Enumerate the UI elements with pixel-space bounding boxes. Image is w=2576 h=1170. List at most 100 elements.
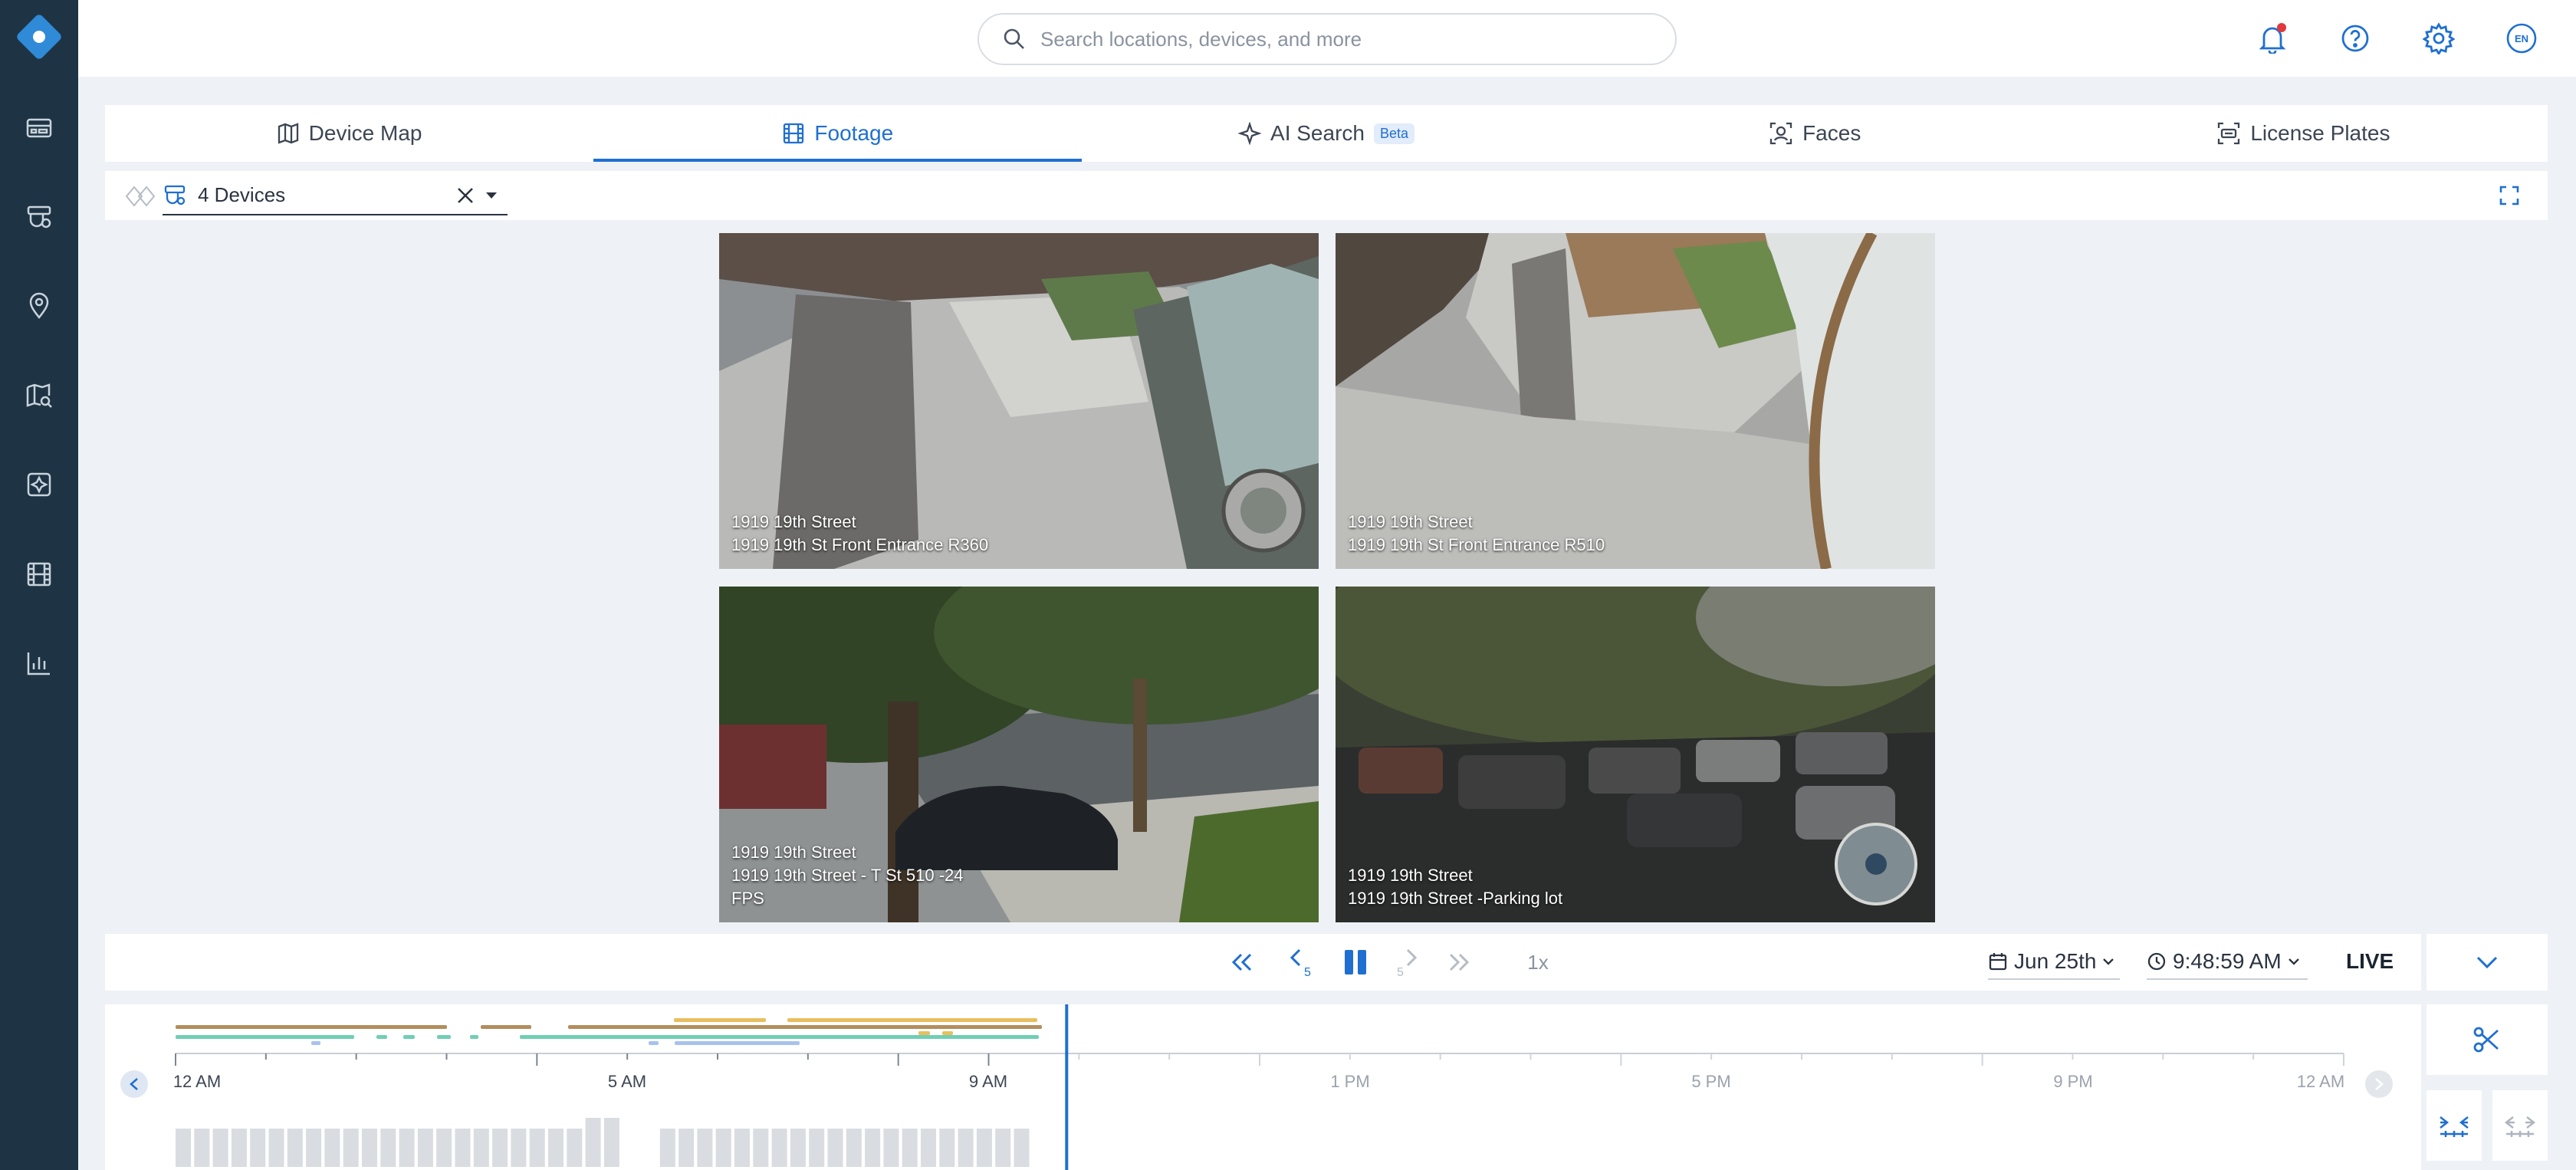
activity-bar xyxy=(380,1129,396,1167)
activity-bar xyxy=(362,1129,377,1167)
zoom-out-timeline-button[interactable] xyxy=(2492,1090,2548,1161)
activity-bar xyxy=(492,1129,508,1167)
tab-label: License Plates xyxy=(2250,121,2390,145)
pause-button[interactable] xyxy=(1340,946,1371,978)
activity-bar xyxy=(436,1129,452,1167)
live-button[interactable]: LIVE xyxy=(2346,949,2394,974)
chevron-left-icon xyxy=(130,1078,138,1090)
global-search[interactable] xyxy=(978,13,1677,65)
activity-bar xyxy=(734,1129,750,1167)
date-picker[interactable]: Jun 25th xyxy=(1988,945,2120,980)
timeline-label: 1 PM xyxy=(1330,1072,1370,1091)
time-picker[interactable]: 9:48:59 AM xyxy=(2147,945,2308,980)
gear-icon xyxy=(2423,22,2455,54)
activity-bar xyxy=(771,1129,787,1167)
timeline-next-button[interactable] xyxy=(2365,1070,2393,1098)
camera-tile[interactable]: 1919 19th Street 1919 19th Street -Parki… xyxy=(1336,587,1935,922)
camera-name: 1919 19th Street - T St 510 -24 xyxy=(731,866,964,885)
cameras-icon[interactable] xyxy=(23,201,55,233)
recording-segment xyxy=(403,1035,415,1039)
activity-bar xyxy=(790,1129,806,1167)
playback-speed[interactable]: 1x xyxy=(1518,946,1558,978)
camera-tile[interactable]: 1919 19th Street 1919 19th St Front Entr… xyxy=(719,233,1319,569)
layout-toggle-icon[interactable] xyxy=(125,185,159,208)
timeline[interactable]: 12 AM 5 AM 9 AM 1 PM 5 PM 9 PM 12 AM xyxy=(105,1004,2421,1170)
activity-bar xyxy=(343,1129,359,1167)
activity-bar xyxy=(921,1129,936,1167)
recording-segment xyxy=(176,1035,354,1039)
activity-bar xyxy=(212,1129,228,1167)
activity-bar xyxy=(678,1129,695,1167)
timeline-label: 12 AM xyxy=(172,1072,222,1091)
language-icon: EN xyxy=(2506,23,2537,54)
activity-bar xyxy=(473,1129,489,1167)
tab-footage[interactable]: Footage xyxy=(593,105,1083,162)
collapse-timeline-button[interactable] xyxy=(2426,934,2548,991)
activity-bar xyxy=(511,1129,527,1167)
camera-location: 1919 19th Street xyxy=(1348,866,1473,885)
clear-icon[interactable] xyxy=(455,186,475,205)
recording-segment xyxy=(437,1035,451,1039)
language-button[interactable]: EN xyxy=(2503,20,2540,57)
language-code: EN xyxy=(2515,33,2528,44)
rewind-5-icon: 5 xyxy=(1290,948,1311,978)
activity-bar xyxy=(417,1129,433,1167)
tab-ai-search[interactable]: AI Search Beta xyxy=(1082,105,1570,162)
activity-bar xyxy=(287,1129,303,1167)
top-header: EN xyxy=(78,0,2576,77)
map-search-icon[interactable] xyxy=(23,380,55,412)
activity-bar xyxy=(715,1129,731,1167)
rewind-5s-button[interactable]: 5 xyxy=(1286,946,1313,978)
dashboard-icon[interactable] xyxy=(23,112,55,144)
fullscreen-icon[interactable] xyxy=(2499,185,2520,206)
notifications-button[interactable] xyxy=(2254,20,2291,57)
activity-bar xyxy=(995,1129,1011,1167)
integrations-icon[interactable] xyxy=(23,468,55,501)
activity-bar xyxy=(1014,1129,1030,1167)
activity-bar xyxy=(846,1129,862,1167)
double-chevron-right-icon xyxy=(1449,953,1470,971)
film-icon xyxy=(784,123,804,144)
help-button[interactable] xyxy=(2337,20,2374,57)
help-icon xyxy=(2341,25,2369,52)
zoom-in-timeline-button[interactable] xyxy=(2426,1090,2482,1161)
camera-name: 1919 19th Street -Parking lot xyxy=(1348,889,1563,908)
date-value: Jun 25th xyxy=(2014,949,2097,973)
camera-caption: 1919 19th Street 1919 19th St Front Entr… xyxy=(1348,511,1605,557)
activity-bar xyxy=(659,1129,675,1167)
activity-bar xyxy=(176,1129,191,1167)
search-input[interactable] xyxy=(1040,27,1654,51)
skip-back-button[interactable] xyxy=(1228,946,1256,978)
timeline-prev-button[interactable] xyxy=(120,1070,148,1098)
forward-5-icon: 5 xyxy=(1397,948,1418,978)
activity-bar xyxy=(883,1129,899,1167)
logo-icon[interactable] xyxy=(13,11,65,63)
chevron-down-icon xyxy=(2103,958,2114,965)
forward-5s-button[interactable]: 5 xyxy=(1394,946,1421,978)
timeline-label: 12 AM xyxy=(2296,1072,2345,1091)
tab-license-plates[interactable]: License Plates xyxy=(2059,105,2548,162)
clip-button[interactable] xyxy=(2426,1004,2548,1075)
tab-label: Faces xyxy=(1802,121,1861,145)
recording-segment xyxy=(675,1041,800,1045)
activity-bar xyxy=(865,1129,881,1167)
activity-bar xyxy=(306,1129,322,1167)
locations-icon[interactable] xyxy=(23,290,55,322)
analytics-icon[interactable] xyxy=(23,647,55,679)
chevron-down-icon[interactable] xyxy=(485,191,498,200)
skip-forward-button[interactable] xyxy=(1445,946,1473,978)
timeline-tools xyxy=(2426,1004,2548,1170)
activity-bar xyxy=(753,1129,769,1167)
camera-tile[interactable]: 1919 19th Street 1919 19th Street - T St… xyxy=(719,587,1319,922)
activity-bar xyxy=(939,1129,955,1167)
tab-label: Footage xyxy=(814,121,894,145)
chevron-down-icon xyxy=(2288,958,2299,965)
tab-device-map[interactable]: Device Map xyxy=(105,105,593,162)
device-selector[interactable]: 4 Devices xyxy=(163,176,508,215)
footage-icon[interactable] xyxy=(23,558,55,590)
tab-faces[interactable]: Faces xyxy=(1571,105,2059,162)
camera-tile[interactable]: 1919 19th Street 1919 19th St Front Entr… xyxy=(1336,233,1935,569)
recording-segment xyxy=(176,1025,447,1029)
settings-button[interactable] xyxy=(2420,20,2457,57)
expand-timeline-icon xyxy=(2504,1116,2536,1137)
